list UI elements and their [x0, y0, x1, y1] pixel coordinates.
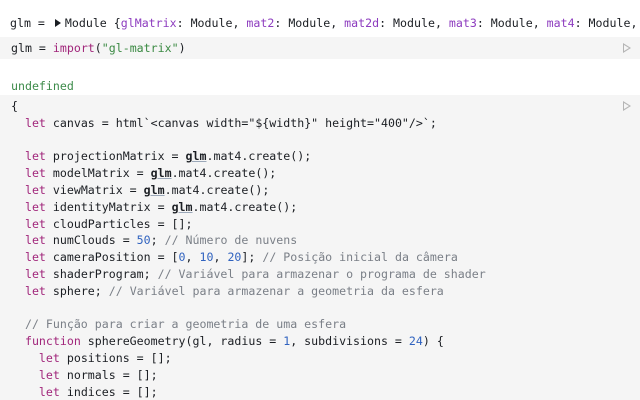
prop-key: mat3 [448, 16, 477, 30]
prop-val: Module [288, 16, 331, 30]
code-text: modelMatrix = [45, 166, 151, 181]
variable: width [269, 115, 305, 130]
keyword: import [52, 41, 95, 55]
code-block[interactable]: { let canvas = html`<canvas width="${wid… [11, 98, 486, 400]
code-text: sphereGeometry(gl, radius = [80, 334, 284, 349]
code-cell-main[interactable]: { let canvas = html`<canvas width="${wid… [0, 95, 640, 400]
play-icon[interactable] [623, 43, 631, 53]
comment: // Posição inicial da câmera [262, 250, 458, 265]
keyword: let [24, 182, 46, 197]
code-text: positions = []; [59, 350, 172, 365]
expand-triangle-icon[interactable] [54, 19, 61, 27]
output-glm-summary: glm = Module {glMatrix: Module, mat2: Mo… [10, 16, 638, 30]
prop-key: mat4 [546, 16, 575, 30]
comment: // Número de nuvens [164, 233, 298, 248]
glm-reference[interactable]: glm [144, 183, 165, 197]
keyword: let [24, 233, 46, 248]
code-text: indices = []; [59, 384, 158, 399]
code-text: shaderProgram; [45, 266, 158, 281]
number-literal: 50 [136, 233, 151, 248]
code-text: ]; [241, 250, 263, 265]
keyword: let [38, 350, 60, 365]
prop-key: mat2 [246, 16, 275, 30]
code-text: sphere; [45, 283, 109, 298]
code-text: projectionMatrix = [45, 149, 186, 164]
keyword: let [24, 166, 46, 181]
prop-val: Module [190, 16, 233, 30]
code-text: .mat4.create(); [164, 182, 270, 197]
code-text: .mat4.create(); [206, 149, 312, 164]
code-text: identityMatrix = [45, 199, 172, 214]
code-text: ; [150, 233, 165, 248]
module-summary[interactable]: Module { [65, 16, 121, 30]
prop-key: glMatrix [120, 16, 177, 30]
equals-sign: = [31, 41, 53, 55]
string-literal: "gl-matrix" [101, 41, 179, 55]
prop-val: Module [393, 16, 435, 30]
comment: // Variável para armazenar a geometria d… [108, 283, 444, 298]
keyword: let [24, 149, 46, 164]
keyword: let [24, 283, 46, 298]
code-text: cameraPosition = [ [45, 250, 179, 265]
number-literal: 24 [408, 334, 423, 349]
output-var: glm [10, 16, 31, 30]
keyword: let [24, 199, 46, 214]
code-text: }" height="400"/>`; [304, 115, 437, 130]
number-literal: 10 [199, 250, 214, 265]
number-literal: 20 [227, 250, 242, 265]
keyword: function [24, 334, 81, 349]
number-literal: 0 [178, 250, 186, 265]
code-text: viewMatrix = [45, 182, 144, 197]
glm-reference[interactable]: glm [151, 166, 172, 180]
equals-sign: = [30, 16, 52, 30]
code-text: .mat4.create(); [192, 199, 298, 214]
code-text: cloudParticles = []; [45, 216, 193, 231]
glm-reference[interactable]: glm [186, 149, 207, 163]
keyword: let [24, 115, 46, 130]
glm-reference[interactable]: glm [172, 200, 193, 214]
code-line[interactable]: glm = import("gl-matrix") [11, 40, 186, 57]
prop-val: Module [490, 16, 533, 30]
output-undefined: undefined [11, 79, 74, 93]
prop-key: mat2d [344, 16, 380, 30]
code-cell-import[interactable]: glm = import("gl-matrix") [0, 37, 640, 59]
code-text: .mat4.create(); [171, 166, 277, 181]
keyword: let [24, 250, 46, 265]
play-icon[interactable] [623, 101, 631, 111]
brace: { [11, 99, 18, 113]
code-text: , subdivisions = [290, 334, 409, 349]
code-text: normals = []; [59, 367, 158, 382]
keyword: let [24, 216, 46, 231]
keyword: let [24, 266, 46, 281]
code-text: ) { [422, 334, 444, 349]
keyword: let [38, 384, 60, 399]
keyword: let [38, 367, 60, 382]
var-name: glm [11, 41, 32, 55]
code-text: numClouds = [45, 233, 137, 248]
code-text: canvas = html`<canvas width="${ [45, 115, 270, 130]
comment: // Variável para armazenar o programa de… [157, 266, 486, 281]
prop-val: Module [588, 16, 631, 30]
comment: // Função para criar a geometria de uma … [24, 317, 347, 332]
